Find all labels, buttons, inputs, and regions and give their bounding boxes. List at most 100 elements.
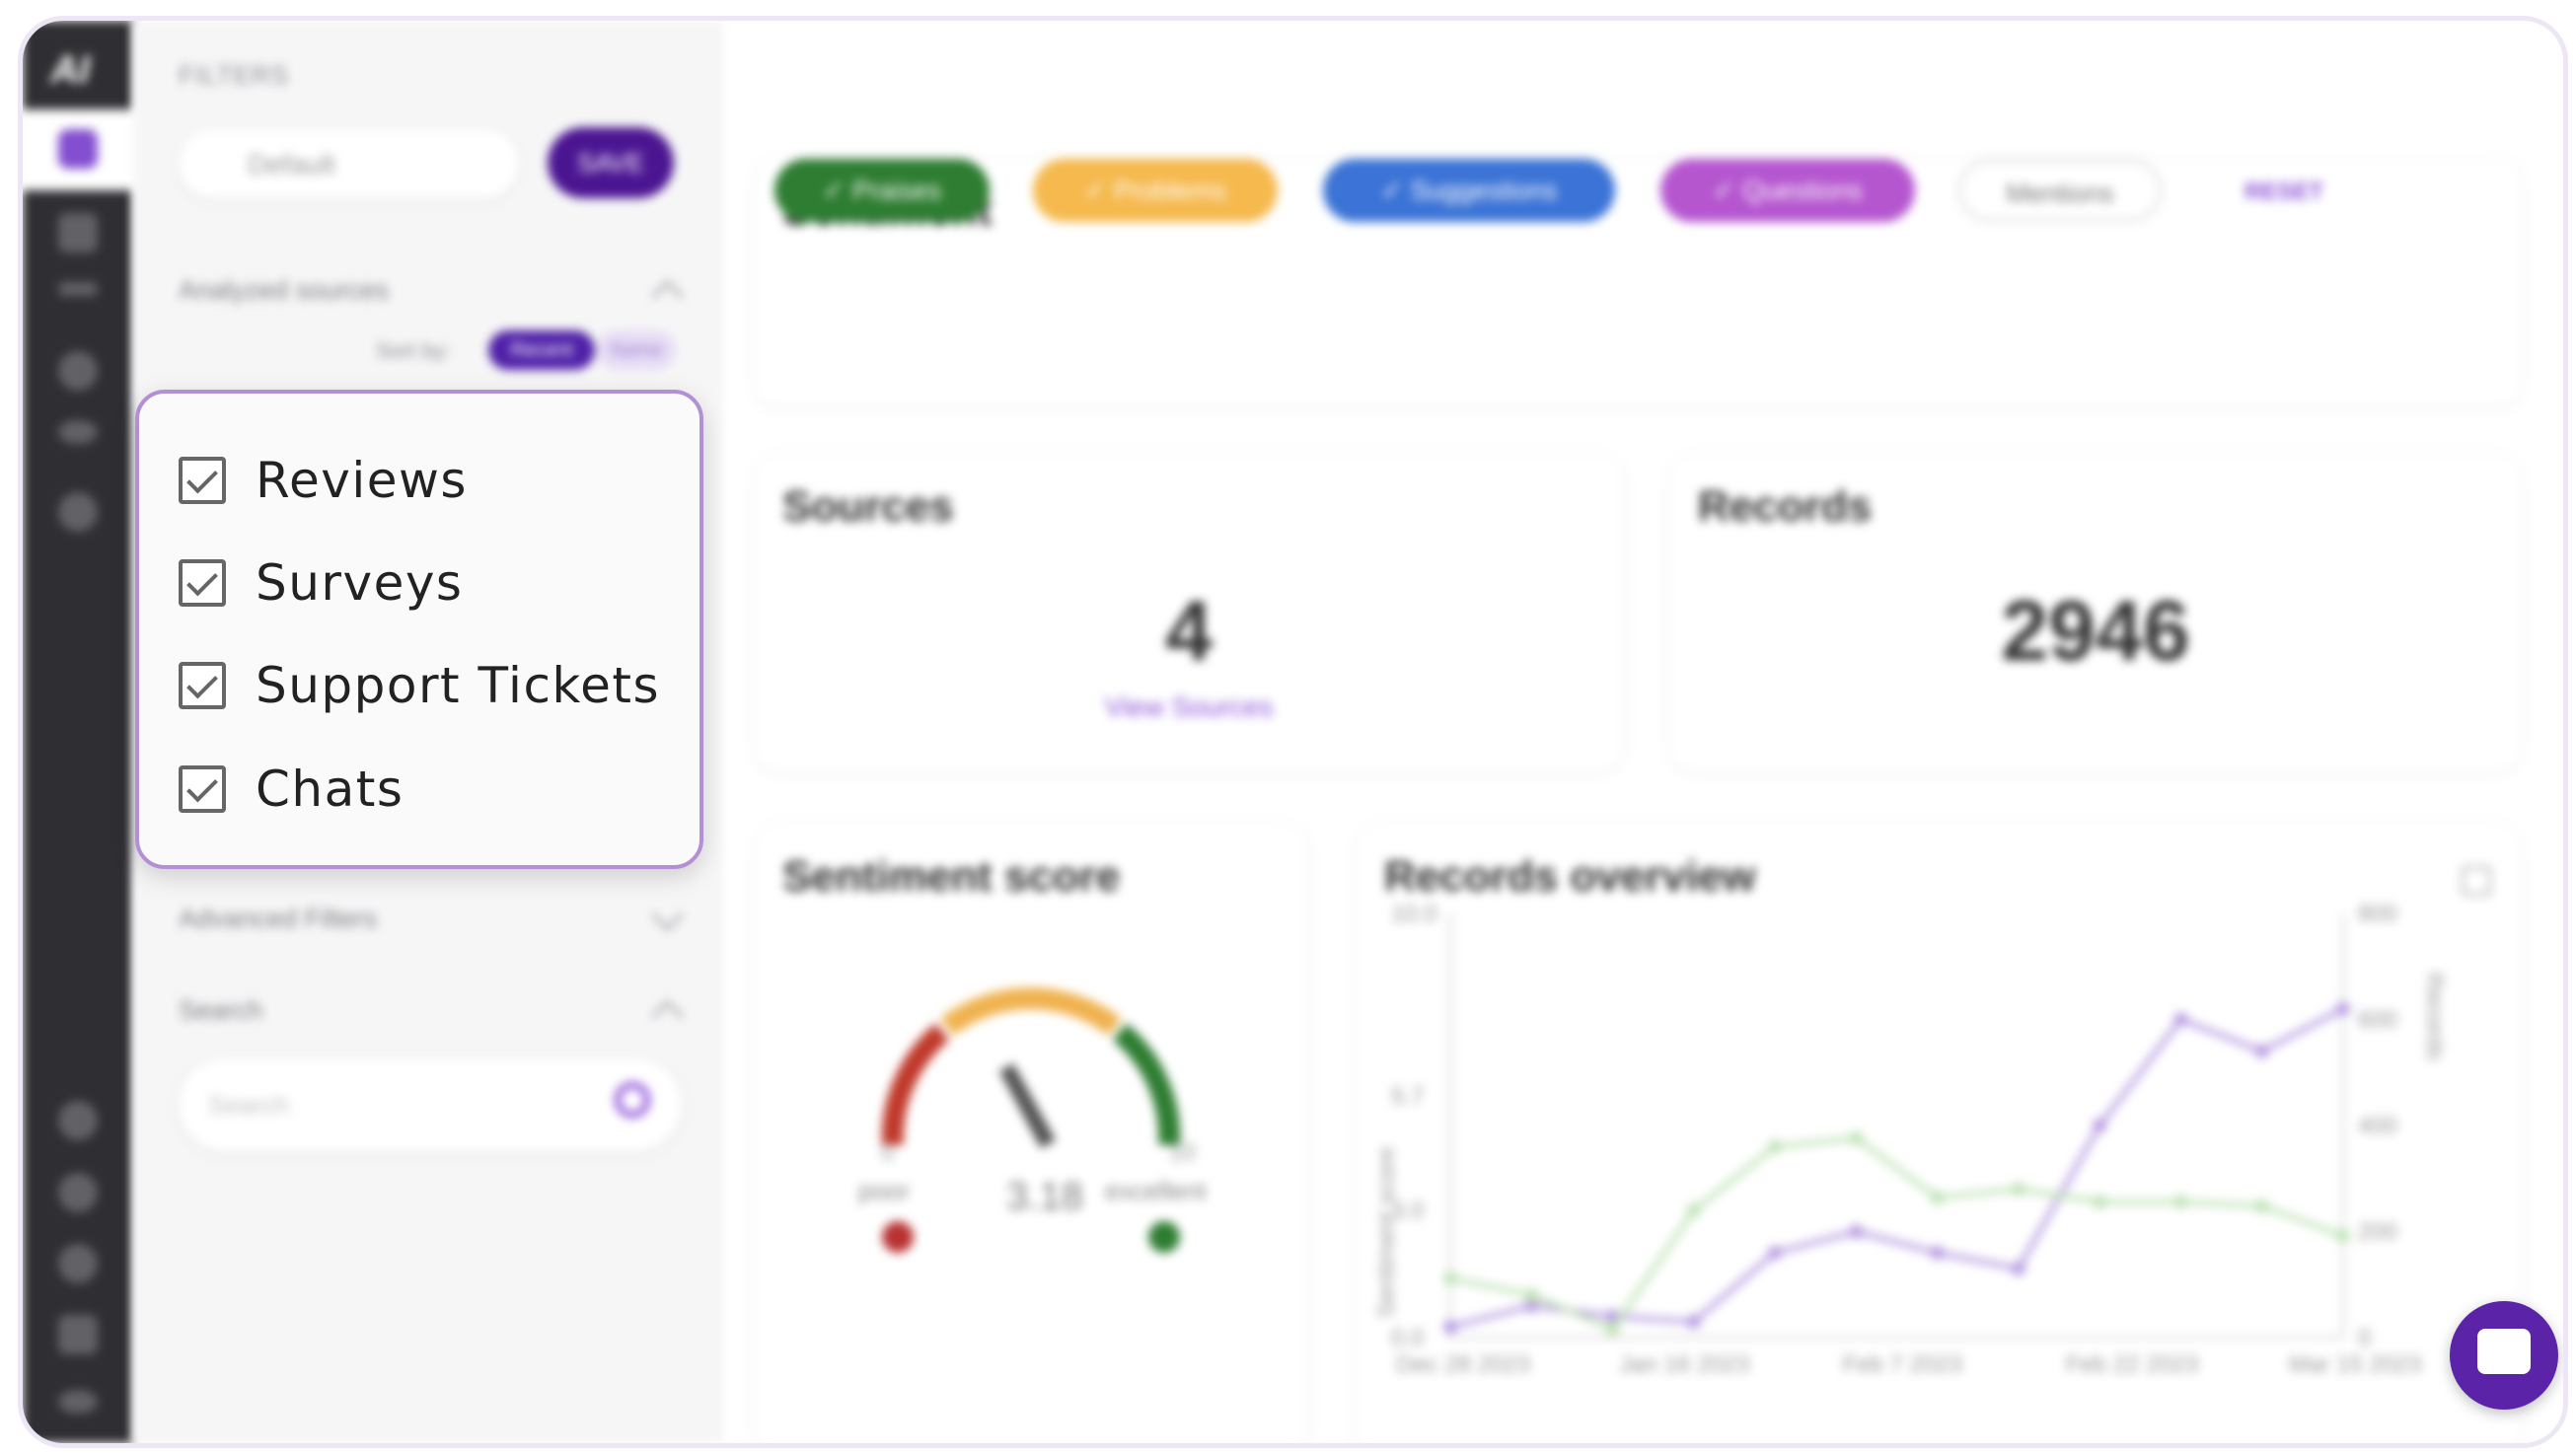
advanced-filters-title[interactable]: Advanced Filters [179, 904, 377, 934]
y-axis-label: Sentiment score [1373, 1147, 1400, 1318]
checkbox-checked-icon[interactable] [179, 457, 226, 504]
thumbs-up-icon [1148, 1221, 1180, 1253]
dashboard-main: Sentiment ✓ Praises ✓ Problems ✓ Suggest… [725, 21, 2563, 1443]
series-point [2011, 1262, 2025, 1276]
document-icon[interactable] [58, 213, 98, 253]
series-point [2093, 1195, 2107, 1209]
x-tick-label: Mar 15 2023 [2289, 1351, 2422, 1378]
chevron-down-icon[interactable] [651, 899, 684, 931]
sort-name-button[interactable]: Name [597, 330, 676, 370]
sources-title: Sources [782, 482, 954, 531]
series-point [2173, 1195, 2188, 1209]
search-input[interactable]: Search [179, 1058, 682, 1151]
preset-select-value: Default [248, 149, 335, 180]
profile-icon[interactable] [58, 1244, 98, 1283]
sort-recent-button[interactable]: Recent [488, 330, 595, 370]
chat-support-button[interactable] [2450, 1301, 2558, 1410]
praises-chip[interactable]: ✓ Praises [774, 159, 990, 222]
menu-icon[interactable] [2462, 866, 2491, 896]
y2-axis-label: Records [2421, 973, 2448, 1060]
preset-select[interactable]: Default [179, 129, 519, 198]
grid-icon[interactable] [58, 1315, 98, 1354]
records-overview-card: Records overview 0.0 3.0 5.7 10.0 0 200 400 600… [1357, 825, 2521, 1443]
gauge-excellent-label: excellent [1105, 1176, 1207, 1205]
gauge-mid-arc [940, 987, 1122, 1036]
source-option-chats[interactable]: Chats [179, 750, 404, 829]
settings-icon[interactable] [58, 492, 98, 532]
series-point [1605, 1322, 1620, 1337]
sources-count: 4 [1165, 584, 1213, 679]
y2-tick-label: 0 [2358, 1325, 2371, 1351]
eye-icon[interactable] [58, 420, 98, 444]
series-point [1768, 1246, 1783, 1260]
chevron-up-icon[interactable] [651, 1000, 684, 1033]
chat-icon[interactable] [58, 1101, 98, 1140]
series-point [1524, 1288, 1539, 1302]
checkbox-checked-icon[interactable] [179, 662, 226, 709]
analyzed-sources-title[interactable]: Analyzed sources [179, 275, 389, 306]
sentiment-score-card: Sentiment score 0 10 poor excellent 3.18 [755, 825, 1307, 1443]
gauge-poor-arc [881, 1023, 950, 1146]
view-sources-link[interactable]: View Sources [755, 691, 1623, 723]
save-button[interactable]: SAVE [548, 127, 674, 198]
suggestions-chip[interactable]: ✓ Suggestions [1323, 159, 1615, 222]
x-tick-label: Feb 7 2023 [1843, 1351, 1962, 1378]
help-icon[interactable] [58, 1173, 98, 1212]
series-line [1449, 1135, 2344, 1333]
chevron-up-icon[interactable] [651, 280, 684, 313]
series-point [2336, 1001, 2350, 1016]
series-point [2173, 1012, 2188, 1027]
analyzed-sources-popup: Reviews Surveys Support Tickets Chats [135, 390, 703, 869]
sentiment-gauge: 0 10 poor excellent 3.18 [858, 987, 1207, 1253]
source-option-support-tickets[interactable]: Support Tickets [179, 646, 660, 725]
option-label: Reviews [256, 452, 468, 509]
series-point [2254, 1199, 2269, 1213]
x-tick-label: Dec 28 2023 [1396, 1351, 1530, 1378]
gauge-poor-label: poor [858, 1176, 910, 1205]
sources-card: Sources 4 View Sources [755, 455, 1623, 770]
sentiment-score-title: Sentiment score [782, 852, 1121, 901]
filters-title: FILTERS [179, 60, 289, 90]
history-icon[interactable] [58, 351, 98, 391]
search-section-title[interactable]: Search [179, 995, 263, 1026]
series-point [2093, 1119, 2107, 1132]
y2-tick-label: 800 [2358, 904, 2397, 927]
questions-chip[interactable]: ✓ Questions [1660, 159, 1915, 222]
records-title: Records [1698, 482, 1873, 531]
y-tick-label: 0.0 [1391, 1325, 1424, 1351]
series-point [2336, 1228, 2350, 1243]
series-point [1930, 1246, 1945, 1260]
series-point [1443, 1320, 1457, 1335]
records-overview-title: Records overview [1384, 852, 1756, 901]
series-point [1849, 1130, 1864, 1145]
records-card: Records 2946 [1670, 455, 2521, 770]
mentions-chip[interactable]: Mentions [1958, 159, 2162, 222]
series-point [1930, 1191, 1945, 1205]
checkbox-checked-icon[interactable] [179, 765, 226, 813]
search-icon[interactable] [615, 1082, 650, 1118]
sentiment-score-value: 3.18 [1006, 1175, 1083, 1218]
option-label: Support Tickets [256, 657, 661, 714]
expand-icon[interactable] [58, 1390, 98, 1414]
search-placeholder: Search [208, 1090, 290, 1120]
trend-icon[interactable] [58, 282, 98, 296]
app-logo: AI [50, 48, 90, 92]
y-tick-label: 5.7 [1391, 1083, 1424, 1110]
records-overview-chart: 0.03.05.710.00200400600800Dec 28 2023 Jan… [1373, 904, 2448, 1378]
series-point [1443, 1271, 1457, 1285]
dashboard-icon[interactable] [58, 129, 98, 169]
gauge-needle [999, 1063, 1056, 1148]
series-point [1686, 1203, 1701, 1217]
nav-rail: AI [23, 21, 133, 1443]
gauge-min-label: 0 [881, 1139, 894, 1166]
series-point [1686, 1314, 1701, 1329]
source-option-surveys[interactable]: Surveys [179, 544, 463, 622]
source-option-reviews[interactable]: Reviews [179, 441, 468, 520]
series-point [2254, 1044, 2269, 1058]
reset-link[interactable]: RESET [2245, 179, 2323, 206]
problems-chip[interactable]: ✓ Problems [1033, 159, 1278, 222]
x-tick-label: Feb 22 2023 [2066, 1351, 2199, 1378]
checkbox-checked-icon[interactable] [179, 559, 226, 607]
y2-tick-label: 600 [2358, 1007, 2397, 1034]
option-label: Surveys [256, 554, 464, 612]
